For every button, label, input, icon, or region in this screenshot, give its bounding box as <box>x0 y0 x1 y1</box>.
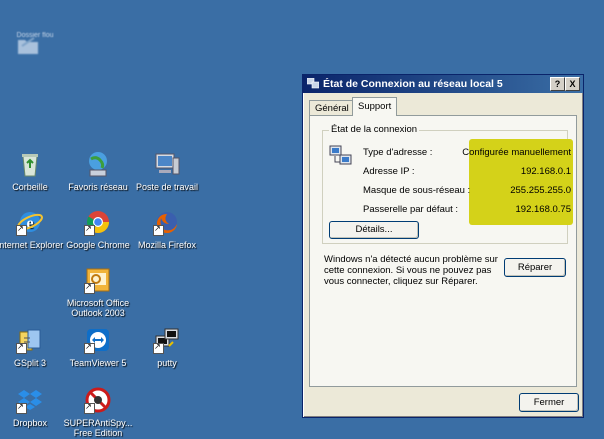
repair-button[interactable]: Réparer <box>504 258 566 277</box>
desktop-icon-network-places[interactable]: Favoris réseau <box>62 150 134 192</box>
recycle-bin-icon <box>22 154 38 177</box>
desktop-icon-teamviewer[interactable]: TeamViewer 5 <box>62 326 134 368</box>
connection-status-dialog: État de Connexion au réseau local 5 ? X … <box>302 74 584 418</box>
close-button[interactable]: X <box>565 77 580 91</box>
group-title: État de la connexion <box>329 124 420 135</box>
dialog-title: État de Connexion au réseau local 5 <box>323 78 503 90</box>
network-connection-icon <box>306 77 320 89</box>
close-dialog-button[interactable]: Fermer <box>519 393 579 412</box>
desktop-icon-superantispyware[interactable]: SUPERAntiSpy... Free Edition <box>62 386 134 438</box>
desktop-icon-recycle-bin[interactable]: Corbeille <box>0 150 66 192</box>
network-computers-icon <box>329 143 355 169</box>
connection-status-group: État de la connexion Type d'adresse : Ad… <box>322 124 573 244</box>
desktop-icon-outlook[interactable]: Microsoft Office Outlook 2003 <box>62 266 134 318</box>
close-icon: X <box>569 79 576 89</box>
subnet-mask-label: Masque de sous-réseau : <box>363 185 471 196</box>
address-type-value: Configurée manuellement <box>462 147 571 158</box>
computer-icon <box>155 153 180 175</box>
support-tab-panel: État de la connexion Type d'adresse : Ad… <box>309 115 577 387</box>
diagnostic-message: Windows n'a détecté aucun problème sur c… <box>324 254 498 287</box>
tab-support[interactable]: Support <box>352 97 398 116</box>
desktop-icon-my-computer[interactable]: Poste de travail <box>131 150 203 192</box>
ip-address-label: Adresse IP : <box>363 166 415 177</box>
tab-general[interactable]: Général <box>309 100 355 116</box>
default-gateway-label: Passerelle par défaut : <box>363 204 459 215</box>
ip-address-value: 192.168.0.1 <box>520 166 571 177</box>
desktop-icon-internet-explorer[interactable]: e Internet Explorer <box>0 208 66 250</box>
details-button[interactable]: Détails... <box>329 221 419 239</box>
default-gateway-value: 192.168.0.75 <box>515 204 571 215</box>
globe-network-icon <box>89 152 107 177</box>
desktop-icon-mozilla-firefox[interactable]: Mozilla Firefox <box>131 208 203 250</box>
desktop-icon-google-chrome[interactable]: Google Chrome <box>62 208 134 250</box>
blurred-icon-label: Dossier flou <box>16 32 54 39</box>
address-type-label: Type d'adresse : <box>363 147 433 158</box>
desktop-icon-gsplit[interactable]: GSplit 3 <box>0 326 66 368</box>
desktop-icon-putty[interactable]: putty <box>131 326 203 368</box>
desktop-icon-dropbox[interactable]: Dropbox <box>0 386 66 428</box>
dialog-titlebar[interactable]: État de Connexion au réseau local 5 ? X <box>303 75 583 93</box>
help-button[interactable]: ? <box>550 77 565 91</box>
subnet-mask-value: 255.255.255.0 <box>510 185 571 196</box>
